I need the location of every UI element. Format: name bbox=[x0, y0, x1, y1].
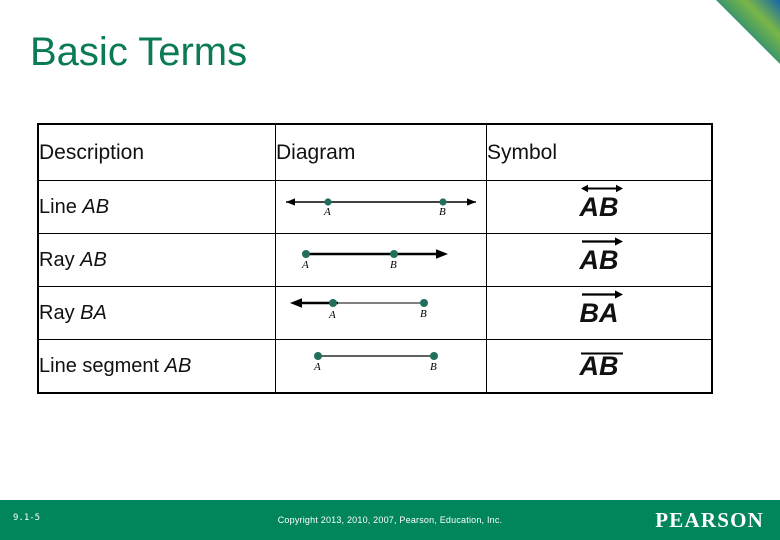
column-header-symbol: Symbol bbox=[486, 123, 713, 181]
symbol-text: AB bbox=[579, 191, 619, 222]
corner-gradient-icon bbox=[716, 0, 780, 64]
cell-symbol: AB bbox=[486, 233, 713, 287]
description-italic: AB bbox=[80, 248, 107, 271]
ray-right-diagram-icon: A B bbox=[301, 249, 448, 271]
description-prefix: Ray bbox=[39, 301, 81, 324]
symbol-with-overmark: AB bbox=[579, 236, 623, 275]
overbar-overmark-icon bbox=[580, 344, 623, 358]
cell-diagram-line: A B bbox=[275, 180, 487, 234]
right-arrow-overmark-icon bbox=[580, 235, 623, 246]
symbol-text: BA bbox=[579, 297, 619, 328]
description-prefix: Line segment bbox=[39, 354, 165, 377]
segment-diagram-icon: A B bbox=[313, 352, 438, 373]
table-row: Line segment AB A B AB bbox=[37, 339, 713, 394]
point-label-a: A bbox=[328, 309, 336, 321]
table-header: Description Diagram Symbol bbox=[37, 123, 713, 181]
description-italic: AB bbox=[164, 354, 192, 377]
table-body: Line AB A B AB Ray AB A B AB Ray BA A B … bbox=[37, 180, 713, 394]
table-row: Ray AB A B AB bbox=[37, 233, 713, 287]
symbol-with-overmark: BA bbox=[579, 289, 623, 328]
column-header-description: Description bbox=[37, 123, 276, 181]
symbol-with-overmark: AB bbox=[579, 184, 623, 222]
double-arrow-overmark-icon bbox=[580, 182, 623, 193]
table-header-row: Description Diagram Symbol bbox=[37, 123, 713, 181]
footer-bar: 9.1-5 Copyright 2013, 2010, 2007, Pearso… bbox=[0, 500, 780, 540]
symbol-text: AB bbox=[579, 244, 619, 275]
column-header-diagram: Diagram bbox=[275, 123, 487, 181]
line-diagram-icon: A B bbox=[286, 198, 476, 218]
table-row: Line AB A B AB bbox=[37, 180, 713, 234]
basic-terms-table: Description Diagram Symbol Line AB A B A… bbox=[37, 123, 713, 394]
point-label-b: B bbox=[439, 206, 446, 218]
description-italic: BA bbox=[80, 301, 107, 324]
point-label-b: B bbox=[420, 308, 427, 320]
cell-diagram-ray-right: A B bbox=[275, 233, 487, 287]
corner-decoration bbox=[716, 0, 780, 64]
description-prefix: Ray bbox=[39, 248, 81, 271]
right-arrow-overmark-icon bbox=[580, 288, 623, 299]
point-label-b: B bbox=[390, 259, 397, 271]
cell-description: Ray BA bbox=[37, 286, 276, 340]
point-label-a: A bbox=[313, 361, 321, 373]
cell-symbol: AB bbox=[486, 180, 713, 234]
description-italic: AB bbox=[82, 195, 110, 218]
cell-diagram-ray-left: A B bbox=[275, 286, 487, 340]
symbol-with-overmark: AB bbox=[580, 352, 623, 380]
ray-left-diagram-icon: A B bbox=[290, 298, 428, 321]
cell-diagram-segment: A B bbox=[275, 339, 487, 394]
pearson-logo: PEARSON bbox=[655, 508, 764, 532]
point-label-a: A bbox=[323, 206, 331, 218]
point-label-a: A bbox=[301, 259, 309, 271]
cell-description: Line segment AB bbox=[37, 339, 276, 394]
description-prefix: Line bbox=[39, 195, 83, 218]
point-label-b: B bbox=[430, 361, 437, 373]
table-row: Ray BA A B BA bbox=[37, 286, 713, 340]
cell-description: Ray AB bbox=[37, 233, 276, 287]
cell-description: Line AB bbox=[37, 180, 276, 234]
cell-symbol: AB bbox=[486, 339, 713, 394]
page-title: Basic Terms bbox=[30, 30, 248, 74]
cell-symbol: BA bbox=[486, 286, 713, 340]
